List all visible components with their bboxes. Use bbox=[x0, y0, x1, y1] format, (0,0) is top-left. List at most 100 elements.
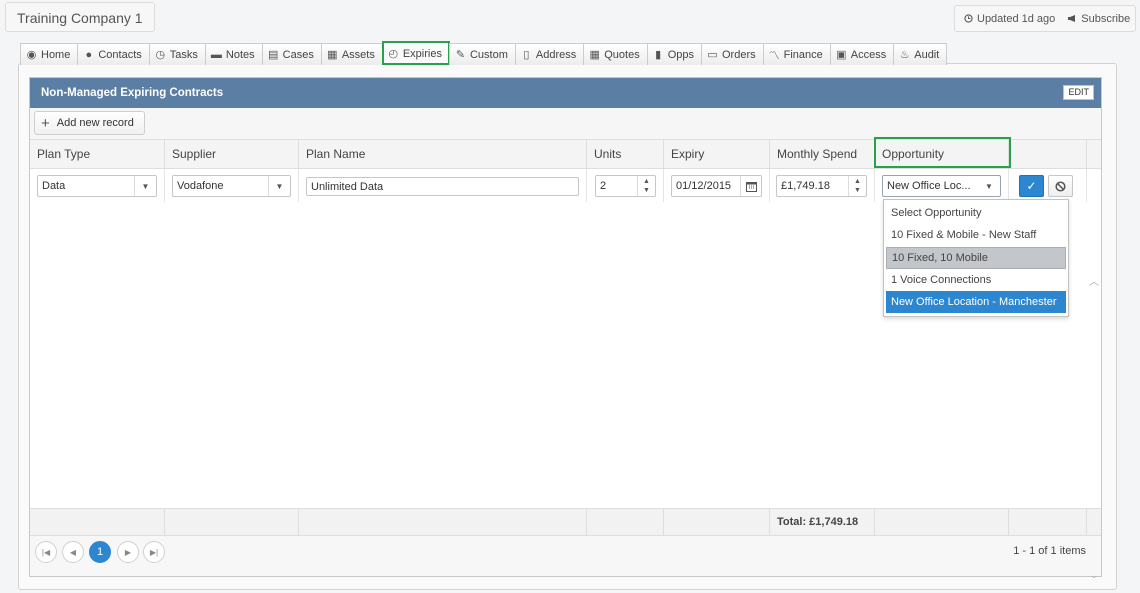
add-record-label: Add new record bbox=[56, 117, 134, 129]
cell-opportunity: New Office Loc... ▼ bbox=[875, 169, 1009, 202]
column-monthly-spend[interactable]: Monthly Spend bbox=[770, 140, 875, 169]
dropdown-option[interactable]: Select Opportunity bbox=[886, 202, 1066, 224]
dropdown-option[interactable]: 1 Voice Connections bbox=[886, 269, 1066, 291]
plan-name-input[interactable]: Unlimited Data bbox=[306, 177, 579, 196]
eye-icon: ◉ bbox=[26, 49, 37, 61]
tab-label: Assets bbox=[341, 48, 375, 61]
column-plan-name[interactable]: Plan Name bbox=[299, 140, 587, 169]
pager: |◀ ◀ 1 ▶ ▶| 1 - 1 of 1 items bbox=[30, 536, 1101, 576]
tab-address[interactable]: ▯ Address bbox=[514, 43, 585, 65]
first-page-icon[interactable]: |◀ bbox=[35, 541, 57, 563]
spinner-arrows-icon[interactable]: ▲ ▼ bbox=[848, 176, 866, 196]
tab-label: Tasks bbox=[169, 48, 198, 61]
tab-notes[interactable]: ▬ Notes bbox=[204, 43, 263, 65]
tab-label: Opps bbox=[667, 48, 694, 61]
calculator-icon: ▦ bbox=[589, 49, 600, 61]
cancel-button[interactable] bbox=[1048, 175, 1073, 197]
prev-page-icon[interactable]: ◀ bbox=[62, 541, 84, 563]
tab-tasks[interactable]: ◷ Tasks bbox=[148, 43, 206, 65]
tablet-icon: ▮ bbox=[655, 49, 662, 61]
supplier-value: Vodafone bbox=[177, 180, 224, 192]
tab-label: Custom bbox=[469, 48, 508, 61]
panel-title: Non-Managed Expiring Contracts bbox=[41, 87, 224, 99]
cell-units: 2 ▲ ▼ bbox=[587, 169, 664, 202]
company-title: Training Company 1 bbox=[5, 2, 155, 32]
tab-quotes[interactable]: ▦ Quotes bbox=[583, 43, 648, 65]
footer-cell bbox=[875, 509, 1009, 536]
opportunity-highlight bbox=[874, 137, 1011, 168]
clock-icon: ◷ bbox=[155, 49, 166, 61]
calendar-icon[interactable] bbox=[740, 176, 761, 196]
tab-finance[interactable]: 〽 Finance bbox=[762, 43, 831, 65]
cell-plan-type: Data ▼ bbox=[30, 169, 165, 202]
grid-icon: ▦ bbox=[327, 49, 338, 61]
lock-icon: ▣ bbox=[836, 49, 847, 61]
person-icon: ● bbox=[85, 48, 93, 61]
dropdown-option[interactable]: New Office Location - Manchester bbox=[886, 291, 1066, 314]
column-actions bbox=[1009, 140, 1087, 169]
cell-plan-name: Unlimited Data bbox=[299, 169, 587, 202]
plan-type-select[interactable]: Data ▼ bbox=[37, 175, 157, 197]
add-record-button[interactable]: + Add new record bbox=[34, 111, 145, 135]
next-page-icon[interactable]: ▶ bbox=[117, 541, 139, 563]
chevron-down-icon[interactable]: ▼ bbox=[134, 176, 156, 196]
tab-home[interactable]: ◉ Home bbox=[20, 43, 79, 65]
tab-access[interactable]: ▣ Access bbox=[829, 43, 895, 65]
monthly-spend-stepper[interactable]: £1,749.18 ▲ ▼ bbox=[776, 175, 867, 197]
tab-label: Quotes bbox=[604, 48, 640, 61]
header-actions: Updated 1d ago Subscribe bbox=[954, 5, 1136, 32]
dropdown-option[interactable]: 10 Fixed & Mobile - New Staff bbox=[886, 224, 1066, 246]
grid-toolbar: + Add new record bbox=[30, 108, 1101, 140]
tab-cases[interactable]: ▤ Cases bbox=[261, 43, 322, 65]
footer-cell bbox=[587, 509, 664, 536]
footer-cell bbox=[1009, 509, 1087, 536]
footer-total: Total: £1,749.18 bbox=[770, 509, 875, 536]
last-page-icon[interactable]: ▶| bbox=[143, 541, 165, 563]
tab-label: Notes bbox=[225, 48, 255, 61]
chevron-down-icon[interactable]: ▼ bbox=[268, 176, 290, 196]
tab-custom[interactable]: ✎ Custom bbox=[448, 43, 516, 65]
opportunity-dropdown: Select Opportunity 10 Fixed & Mobile - Ne… bbox=[883, 199, 1069, 317]
credit-card-icon: ▭ bbox=[707, 49, 718, 61]
units-stepper[interactable]: 2 ▲ ▼ bbox=[595, 175, 656, 197]
expiry-value: 01/12/2015 bbox=[676, 180, 732, 192]
fire-icon: ♨ bbox=[899, 49, 910, 61]
dropdown-option[interactable]: 10 Fixed, 10 Mobile bbox=[886, 246, 1066, 269]
column-units[interactable]: Units bbox=[587, 140, 664, 169]
tab-label: Home bbox=[41, 48, 71, 61]
grid-footer: Total: £1,749.18 bbox=[30, 508, 1101, 536]
scroll-up-icon[interactable]: ︿ bbox=[1087, 273, 1101, 288]
chevron-down-icon[interactable]: ▼ bbox=[978, 176, 1000, 196]
subscribe-link[interactable]: Subscribe bbox=[1067, 13, 1130, 25]
footer-cell bbox=[165, 509, 299, 536]
expiry-datepicker[interactable]: 01/12/2015 bbox=[671, 175, 762, 197]
column-supplier[interactable]: Supplier bbox=[165, 140, 299, 169]
column-plan-type[interactable]: Plan Type bbox=[30, 140, 165, 169]
checkmark-icon: ✓ bbox=[1026, 179, 1037, 193]
tab-orders[interactable]: ▭ Orders bbox=[701, 43, 764, 65]
opportunity-select[interactable]: New Office Loc... ▼ bbox=[882, 175, 1001, 197]
updated-link[interactable]: Updated 1d ago bbox=[964, 13, 1055, 25]
tab-assets[interactable]: ▦ Assets bbox=[320, 43, 383, 65]
tab-label: Access bbox=[850, 48, 887, 61]
page-button-current[interactable]: 1 bbox=[89, 541, 111, 563]
plus-icon: + bbox=[41, 114, 50, 132]
tab-label: Contacts bbox=[98, 48, 142, 61]
tab-label: Finance bbox=[783, 48, 823, 61]
spinner-arrows-icon[interactable]: ▲ ▼ bbox=[637, 176, 655, 196]
edit-button[interactable]: EDIT bbox=[1063, 85, 1094, 100]
footer-cell bbox=[299, 509, 587, 536]
confirm-button[interactable]: ✓ bbox=[1019, 175, 1044, 197]
tab-label: Orders bbox=[722, 48, 756, 61]
tab-contacts[interactable]: ● Contacts bbox=[77, 43, 150, 65]
tab-opps[interactable]: ▮ Opps bbox=[646, 43, 702, 65]
column-expiry[interactable]: Expiry bbox=[664, 140, 770, 169]
tab-expiries[interactable]: ◴ Expiries bbox=[381, 41, 450, 65]
updated-label: Updated 1d ago bbox=[977, 12, 1056, 25]
supplier-select[interactable]: Vodafone ▼ bbox=[172, 175, 291, 197]
tab-audit[interactable]: ♨ Audit bbox=[893, 43, 948, 65]
opportunity-value: New Office Loc... bbox=[887, 180, 971, 192]
cell-expiry: 01/12/2015 bbox=[664, 169, 770, 202]
clock-icon bbox=[964, 14, 973, 23]
table-row: Data ▼ Vodafone ▼ Unlimited Data 2 ▲ ▼ 0… bbox=[30, 169, 1101, 202]
